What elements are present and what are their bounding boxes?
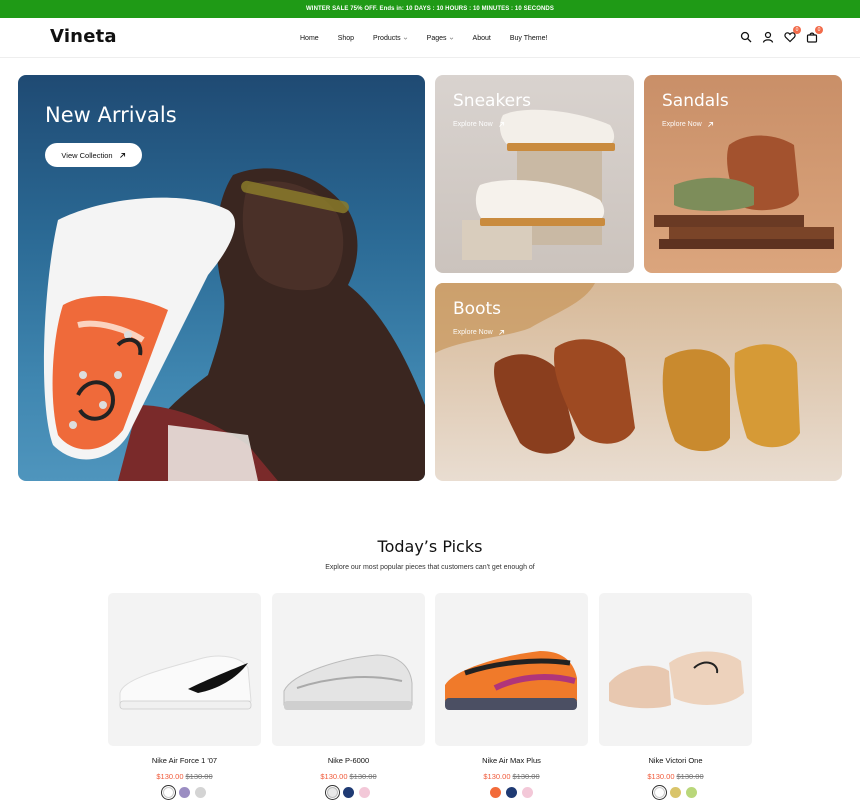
hero-image <box>43 168 425 481</box>
product-image-art <box>445 651 577 710</box>
explore-label: Explore Now <box>453 121 493 128</box>
arrow-up-right-icon <box>119 152 125 158</box>
product-image[interactable] <box>599 593 752 746</box>
explore-now-link[interactable]: Explore Now <box>453 329 505 336</box>
explore-now-link[interactable]: Explore Now <box>453 121 505 128</box>
search-icon[interactable] <box>740 30 752 43</box>
header-icons: 0 0 <box>740 26 823 43</box>
sale-price: $130.00 <box>156 772 184 781</box>
product-image-art <box>609 651 744 709</box>
product-name[interactable]: Nike Air Max Plus <box>435 756 588 765</box>
nav-label: About <box>472 34 491 42</box>
main-nav: Home Shop Products Pages About Buy Theme… <box>300 18 566 58</box>
product-price: $130.00 $130.00 <box>108 772 261 781</box>
arrow-up-right-icon <box>498 121 504 127</box>
color-swatch[interactable] <box>490 787 501 798</box>
cart-count-badge: 0 <box>815 26 823 34</box>
color-swatches <box>599 787 752 798</box>
product-name[interactable]: Nike Air Force 1 '07 <box>108 756 261 765</box>
nav-label: Buy Theme! <box>509 34 548 42</box>
collection-title: Boots <box>453 299 501 319</box>
nav-label: Home <box>300 34 319 42</box>
nav-label: Shop <box>337 34 355 42</box>
nav-label: Pages <box>426 34 447 42</box>
nav-label: Products <box>373 34 401 42</box>
collection-title: Sneakers <box>453 91 531 111</box>
color-swatch[interactable] <box>686 787 697 798</box>
product-card[interactable]: Nike Air Max Plus $130.00 $130.00 <box>435 593 588 798</box>
section-subtitle: Explore our most popular pieces that cus… <box>325 564 535 571</box>
color-swatch[interactable] <box>359 787 370 798</box>
nav-item-home[interactable]: Home <box>300 35 319 42</box>
collection-title: Sandals <box>662 91 729 111</box>
product-image-art <box>119 655 252 710</box>
product-image-art <box>283 654 413 710</box>
announcement-bar: WINTER SALE 75% OFF. Ends in: 10 DAYS : … <box>0 0 860 18</box>
color-swatches <box>272 787 425 798</box>
color-swatch[interactable] <box>327 787 338 798</box>
color-swatch[interactable] <box>179 787 190 798</box>
color-swatch[interactable] <box>522 787 533 798</box>
collection-card-sneakers[interactable]: Sneakers Explore Now <box>435 75 634 273</box>
brand-logo[interactable]: Vineta <box>50 26 117 47</box>
product-name[interactable]: Nike P-6000 <box>272 756 425 765</box>
nav-item-about[interactable]: About <box>473 35 491 42</box>
color-swatches <box>108 787 261 798</box>
sale-price: $130.00 <box>647 772 675 781</box>
hero-banner[interactable]: New Arrivals View Collection <box>18 75 425 481</box>
product-card[interactable]: Nike Air Force 1 '07 $130.00 $130.00 <box>108 593 261 798</box>
product-card[interactable]: Nike Victori One $130.00 $130.00 <box>599 593 752 798</box>
chevron-down-icon <box>403 37 407 40</box>
color-swatch[interactable] <box>195 787 206 798</box>
explore-label: Explore Now <box>453 329 493 336</box>
section-title: Today’s Picks <box>377 537 483 556</box>
collection-card-boots[interactable]: Boots Explore Now <box>435 283 842 481</box>
product-image[interactable] <box>108 593 261 746</box>
chevron-down-icon <box>449 37 453 40</box>
arrow-up-right-icon <box>707 121 713 127</box>
hero-title: New Arrivals <box>45 103 177 127</box>
compare-price: $130.00 <box>676 772 704 781</box>
nav-item-pages[interactable]: Pages <box>427 35 454 42</box>
color-swatch[interactable] <box>654 787 665 798</box>
color-swatch[interactable] <box>343 787 354 798</box>
account-icon[interactable] <box>762 30 774 43</box>
sale-price: $130.00 <box>483 772 511 781</box>
wishlist-icon[interactable]: 0 <box>784 26 801 43</box>
explore-label: Explore Now <box>662 121 702 128</box>
nav-item-buy-theme[interactable]: Buy Theme! <box>510 35 548 42</box>
compare-price: $130.00 <box>185 772 213 781</box>
product-price: $130.00 $130.00 <box>435 772 588 781</box>
color-swatches <box>435 787 588 798</box>
arrow-up-right-icon <box>498 329 504 335</box>
view-collection-button[interactable]: View Collection <box>45 143 142 167</box>
site-header: Vineta Home Shop Products Pages About Bu… <box>0 18 860 58</box>
product-price: $130.00 $130.00 <box>272 772 425 781</box>
product-image[interactable] <box>272 593 425 746</box>
color-swatch[interactable] <box>506 787 517 798</box>
color-swatch[interactable] <box>670 787 681 798</box>
nav-item-products[interactable]: Products <box>373 35 408 42</box>
compare-price: $130.00 <box>512 772 540 781</box>
product-image[interactable] <box>435 593 588 746</box>
collection-card-sandals[interactable]: Sandals Explore Now <box>644 75 842 273</box>
product-price: $130.00 $130.00 <box>599 772 752 781</box>
wishlist-count-badge: 0 <box>793 26 801 34</box>
cart-icon[interactable]: 0 <box>806 26 823 43</box>
view-collection-label: View Collection <box>61 150 113 160</box>
explore-now-link[interactable]: Explore Now <box>662 121 714 128</box>
product-card[interactable]: Nike P-6000 $130.00 $130.00 <box>272 593 425 798</box>
product-name[interactable]: Nike Victori One <box>599 756 752 765</box>
compare-price: $130.00 <box>349 772 377 781</box>
sale-price: $130.00 <box>320 772 348 781</box>
color-swatch[interactable] <box>163 787 174 798</box>
nav-item-shop[interactable]: Shop <box>338 35 354 42</box>
